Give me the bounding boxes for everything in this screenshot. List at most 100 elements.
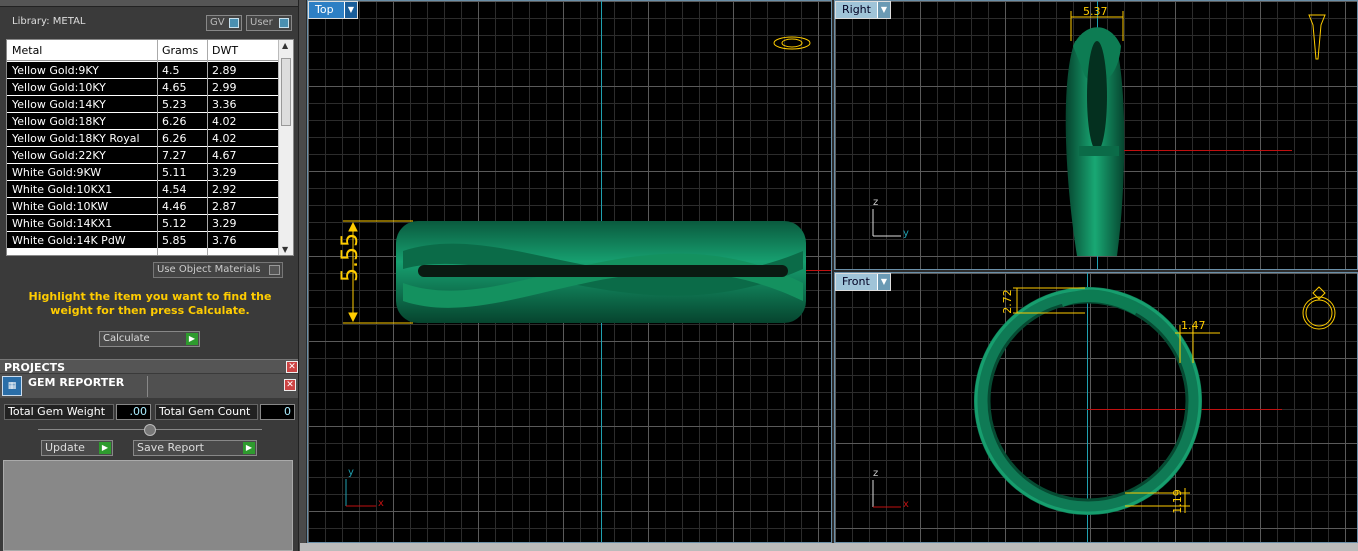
dwt-cell: 2.87	[212, 200, 237, 213]
scroll-up-icon[interactable]: ▲	[282, 41, 288, 50]
dwt-cell: 4.02	[212, 132, 237, 145]
dwt-cell: 4.02	[212, 115, 237, 128]
dwt-cell: 3.76	[212, 234, 237, 247]
play-icon: ▶	[243, 442, 255, 454]
top-view-model	[343, 36, 811, 507]
grams-cell: 4.65	[162, 81, 187, 94]
band-thickness-dimension-label: 1.19	[1170, 489, 1184, 514]
chevron-down-icon[interactable]: ▼	[344, 2, 357, 18]
ring-front-shape	[974, 287, 1202, 515]
toggle-knob	[229, 18, 239, 28]
total-gem-weight-value: .00	[116, 404, 151, 420]
save-report-button[interactable]: Save Report ▶	[133, 440, 257, 456]
scroll-thumb[interactable]	[281, 58, 291, 126]
divider-handle[interactable]	[144, 424, 156, 436]
table-row[interactable]: Yellow Gold:9KY 4.5 2.89	[7, 62, 279, 79]
table-row[interactable]: Yellow Gold:22KY 7.27 4.67	[7, 147, 279, 164]
twist-height-dimension-label: 2.72	[1000, 289, 1014, 314]
ring-opening-shape	[1087, 41, 1107, 151]
grams-cell: 4.5	[162, 64, 180, 77]
metal-name-cell: White Gold:14K PdW	[12, 234, 126, 247]
column-divider	[207, 40, 208, 255]
update-button[interactable]: Update ▶	[41, 440, 113, 456]
band-width-dimension-label: 1.47	[1181, 319, 1206, 332]
metal-name-cell: Yellow Gold:18KY Royal	[12, 132, 140, 145]
play-icon: ▶	[186, 333, 198, 345]
metal-name-cell: White Gold:10KX1	[12, 183, 113, 196]
gem-reporter-icon: ▦	[2, 376, 22, 396]
library-label: Library: METAL	[12, 16, 86, 27]
grams-cell: 5.12	[162, 217, 187, 230]
top-viewport-tab[interactable]: Top ▼	[308, 1, 358, 19]
use-object-materials-toggle[interactable]: Use Object Materials	[153, 262, 283, 278]
axis-label-z: z	[873, 197, 879, 208]
panel-top-strip	[0, 0, 300, 7]
dwt-cell: 2.89	[212, 64, 237, 77]
top-viewport[interactable]: 5.55 y x Top ▼	[307, 0, 832, 543]
grams-cell: 6.26	[162, 115, 187, 128]
user-toggle[interactable]: User	[246, 15, 292, 31]
metal-name-cell: White Gold:9KW	[12, 166, 102, 179]
dwt-cell: 3.29	[212, 166, 237, 179]
hint-text: Highlight the item you want to find the …	[28, 290, 272, 317]
bottom-status-strip	[300, 543, 1358, 551]
column-header-grams[interactable]: Grams	[162, 44, 198, 57]
gv-toggle[interactable]: GV	[206, 15, 242, 31]
dwt-cell: 3.29	[212, 217, 237, 230]
table-row[interactable]: White Gold:14KX1 5.12 3.29	[7, 215, 279, 232]
close-projects-icon[interactable]: ✕	[286, 361, 298, 373]
metal-name-cell: Yellow Gold:18KY	[12, 115, 106, 128]
scroll-down-icon[interactable]: ▼	[282, 245, 288, 254]
table-row[interactable]: White Gold:9KW 5.11 3.29	[7, 164, 279, 181]
grams-cell: 5.23	[162, 98, 187, 111]
table-row[interactable]: White Gold:10KX1 4.54 2.92	[7, 181, 279, 198]
right-viewport-tab[interactable]: Right ▼	[835, 1, 891, 19]
front-viewport[interactable]: 2.72 1.47 1.19 z x Front ▼	[834, 272, 1358, 543]
axis-label-y: y	[903, 228, 909, 239]
grams-cell: 4.46	[162, 200, 187, 213]
column-header-metal[interactable]: Metal	[12, 44, 42, 57]
panel-separator[interactable]	[298, 0, 306, 551]
right-view-model	[872, 11, 1326, 256]
axis-label-x: x	[903, 499, 909, 510]
axis-label-y: y	[348, 467, 354, 478]
close-gem-reporter-icon[interactable]: ✕	[284, 379, 296, 391]
grams-cell: 5.11	[162, 166, 187, 179]
ring-twist-shape	[1060, 289, 1140, 315]
gem-report-area	[3, 460, 293, 551]
table-row[interactable]: Yellow Gold:18KY Royal 6.26 4.02	[7, 130, 279, 147]
dwt-cell: 4.67	[212, 149, 237, 162]
height-dimension-label: 5.55	[337, 233, 363, 282]
metal-rows: Yellow Gold:9KY 4.5 2.89 Yellow Gold:10KY 4.…	[7, 62, 279, 249]
axis-label-x: x	[378, 498, 384, 509]
grams-cell: 5.85	[162, 234, 187, 247]
total-gem-count-value: 0	[260, 404, 295, 420]
total-gem-weight-label: Total Gem Weight	[4, 404, 114, 420]
axis-label-z: z	[873, 468, 879, 479]
front-view-model	[872, 286, 1336, 515]
column-header-dwt[interactable]: DWT	[212, 44, 238, 57]
gem-reporter-title: GEM REPORTER	[28, 376, 125, 389]
column-divider	[157, 40, 158, 255]
chevron-down-icon[interactable]: ▼	[877, 2, 890, 18]
width-dimension-label: 5.37	[1083, 5, 1108, 18]
checkbox-icon	[269, 265, 280, 275]
front-viewport-tab[interactable]: Front ▼	[835, 273, 891, 291]
calculate-button[interactable]: Calculate ▶	[99, 331, 200, 347]
table-row[interactable]: White Gold:10KW 4.46 2.87	[7, 198, 279, 215]
dwt-cell: 2.92	[212, 183, 237, 196]
play-icon: ▶	[99, 442, 111, 454]
table-row[interactable]: Yellow Gold:14KY 5.23 3.36	[7, 96, 279, 113]
table-row[interactable]: Yellow Gold:10KY 4.65 2.99	[7, 79, 279, 96]
table-scrollbar[interactable]: ▲ ▼	[278, 40, 293, 255]
dwt-cell: 3.36	[212, 98, 237, 111]
right-viewport[interactable]: 5.37 z y Right ▼	[834, 0, 1358, 270]
table-row[interactable]: White Gold:14K PdW 5.85 3.76	[7, 232, 279, 249]
dwt-cell: 2.99	[212, 81, 237, 94]
chevron-down-icon[interactable]: ▼	[877, 274, 890, 290]
left-panel: Library: METAL GV User Metal Grams DWT Y…	[0, 0, 300, 551]
metal-name-cell: Yellow Gold:10KY	[12, 81, 106, 94]
ring-seam-shape	[1079, 146, 1119, 156]
metal-name-cell: Yellow Gold:9KY	[12, 64, 99, 77]
table-row[interactable]: Yellow Gold:18KY 6.26 4.02	[7, 113, 279, 130]
